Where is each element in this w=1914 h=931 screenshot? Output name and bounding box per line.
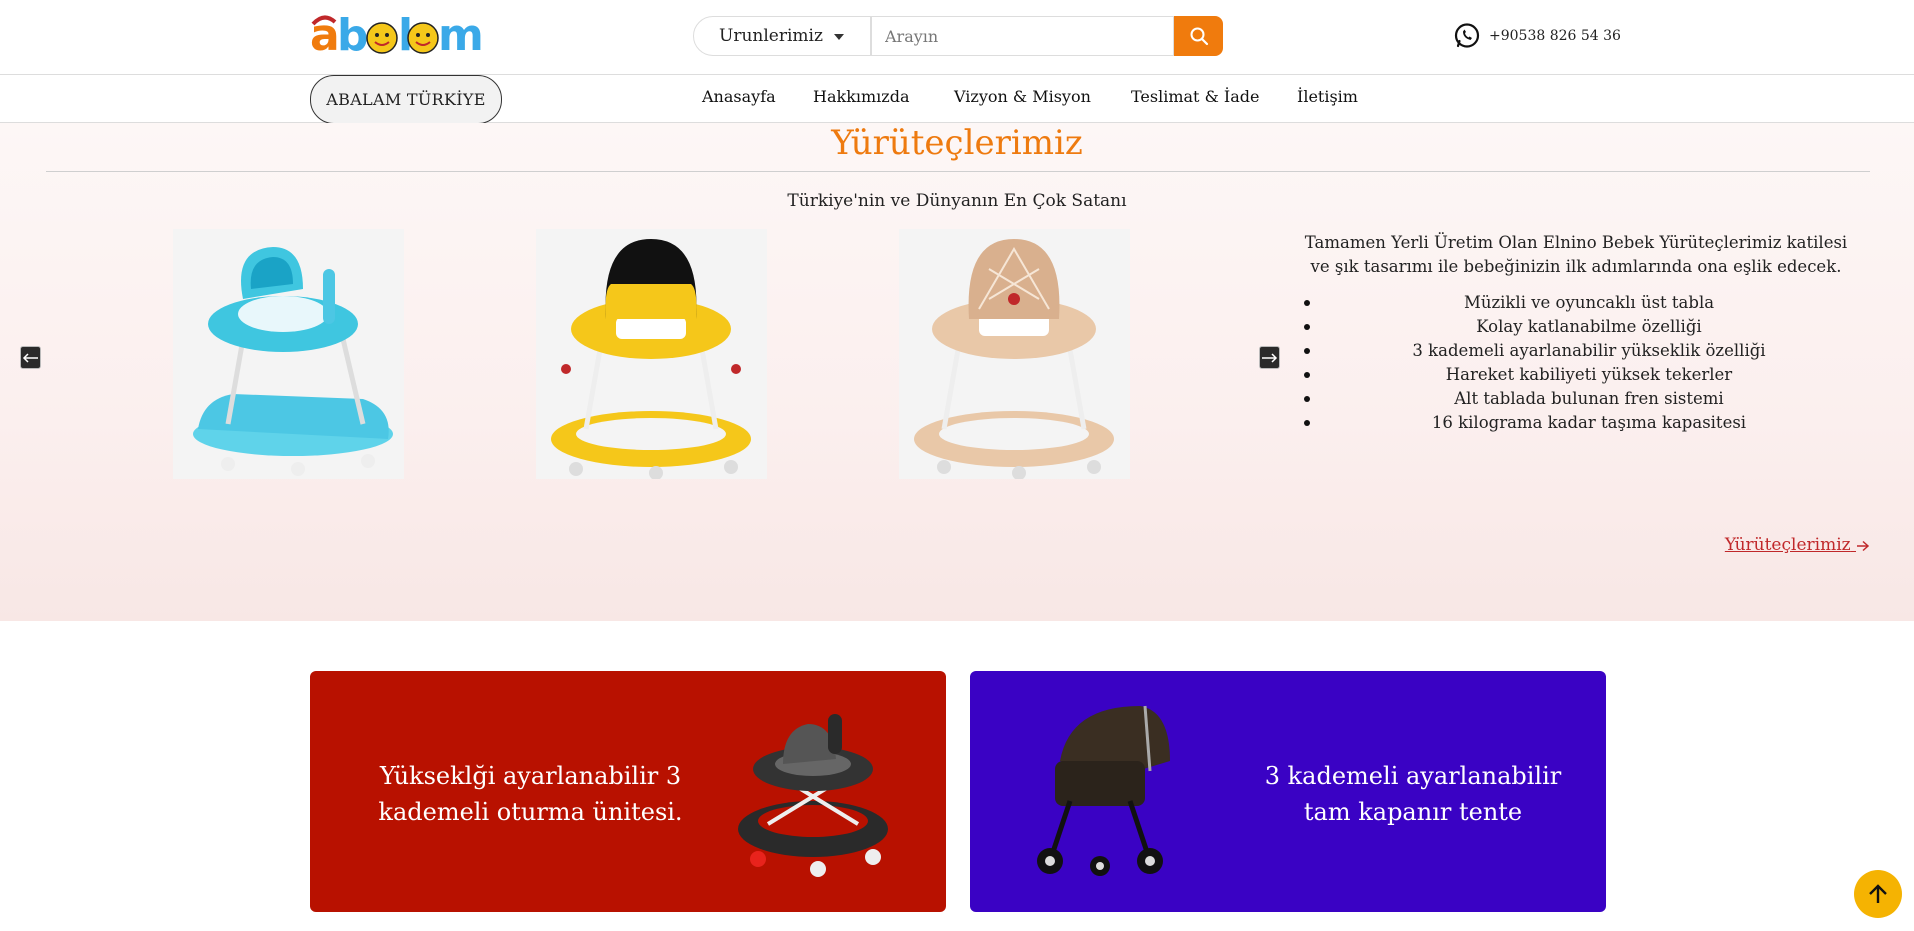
walkers-link[interactable]: Yürüteçlerimiz bbox=[1725, 535, 1870, 555]
stroller-product-image bbox=[1037, 705, 1170, 876]
caret-down-icon bbox=[834, 34, 844, 40]
category-dropdown[interactable]: Urunlerimiz bbox=[693, 16, 871, 56]
feature-item: Hareket kabiliyeti yüksek tekerler bbox=[1303, 363, 1875, 387]
promo-card-canopy[interactable]: 3 kademeli ayarlanabilir tam kapanır ten… bbox=[970, 671, 1606, 912]
promo-card-seat[interactable]: Yükseklği ayarlanabilir 3 kademeli oturm… bbox=[310, 671, 946, 912]
feature-item: 16 kilograma kadar taşıma kapasitesi bbox=[1303, 411, 1875, 435]
phone-number: +90538 826 54 36 bbox=[1489, 28, 1621, 44]
walker-product-image bbox=[738, 714, 888, 877]
feature-list: Müzikli ve oyuncaklı üst tabla Kolay kat… bbox=[1303, 291, 1875, 435]
search-icon bbox=[1190, 27, 1208, 46]
product-description: Tamamen Yerli Üretim Olan Elnino Bebek Y… bbox=[1304, 233, 1848, 276]
nav-item-vision-mission[interactable]: Vizyon & Misyon bbox=[954, 87, 1091, 106]
search-button[interactable] bbox=[1174, 16, 1223, 56]
search-input[interactable] bbox=[871, 16, 1174, 56]
feature-item: Müzikli ve oyuncaklı üst tabla bbox=[1303, 291, 1875, 315]
main-nav: ABALAM TÜRKİYE Anasayfa Hakkımızda Vizyo… bbox=[0, 74, 1914, 124]
divider bbox=[46, 171, 1870, 172]
product-image-walker-yellow[interactable] bbox=[536, 229, 767, 479]
nav-item-contact[interactable]: İletişim bbox=[1297, 87, 1358, 106]
arrow-up-icon bbox=[1869, 884, 1887, 903]
feature-item: 3 kademeli ayarlanabilir yükseklik özell… bbox=[1303, 339, 1875, 363]
section-subtitle: Türkiye'nin ve Dünyanın En Çok Satanı bbox=[787, 191, 1127, 211]
product-image-walker-blue[interactable] bbox=[173, 229, 404, 479]
nav-item-about[interactable]: Hakkımızda bbox=[813, 87, 910, 106]
arrow-left-icon bbox=[22, 352, 38, 363]
abalam-logo[interactable]: .lt{font-family:"DejaVu Sans","Liberatio… bbox=[310, 10, 500, 58]
product-hero-section: Yürüteçlerimiz Türkiye'nin ve Dünyanın E… bbox=[0, 123, 1914, 621]
brand-button[interactable]: ABALAM TÜRKİYE bbox=[310, 75, 502, 124]
nav-item-delivery-return[interactable]: Teslimat & İade bbox=[1131, 87, 1259, 106]
dropdown-label: Urunlerimiz bbox=[719, 26, 823, 46]
walkers-link-label: Yürüteçlerimiz bbox=[1724, 535, 1851, 555]
arrow-right-icon bbox=[1857, 540, 1870, 551]
svg-text:b: b bbox=[337, 10, 369, 58]
arrow-right-icon bbox=[1262, 352, 1278, 363]
scroll-to-top-button[interactable] bbox=[1854, 870, 1902, 918]
carousel-prev-button[interactable] bbox=[20, 346, 41, 369]
feature-item: Alt tablada bulunan fren sistemi bbox=[1303, 387, 1875, 411]
carousel-next-button[interactable] bbox=[1259, 346, 1280, 369]
promo-card-text: 3 kademeli ayarlanabilir tam kapanır ten… bbox=[1264, 762, 1562, 826]
brand-label: ABALAM TÜRKİYE bbox=[326, 90, 486, 109]
section-title: Yürüteçlerimiz bbox=[831, 123, 1083, 163]
search-bar: Urunlerimiz bbox=[693, 16, 1223, 56]
product-image-walker-beige[interactable] bbox=[899, 229, 1130, 479]
phone-contact[interactable]: +90538 826 54 36 bbox=[1453, 22, 1621, 50]
nav-item-home[interactable]: Anasayfa bbox=[702, 87, 776, 106]
whatsapp-icon bbox=[1454, 23, 1480, 48]
svg-text:m: m bbox=[438, 10, 484, 58]
feature-item: Kolay katlanabilme özelliği bbox=[1303, 315, 1875, 339]
promo-card-text: Yükseklği ayarlanabilir 3 kademeli oturm… bbox=[378, 762, 683, 826]
header: .lt{font-family:"DejaVu Sans","Liberatio… bbox=[0, 0, 1914, 74]
